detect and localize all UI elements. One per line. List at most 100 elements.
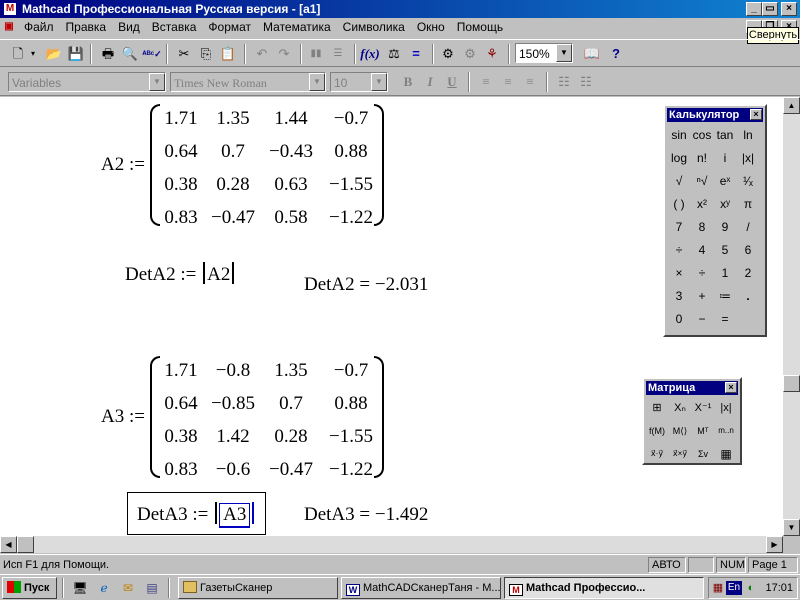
calc-key-multiply[interactable]: × — [668, 262, 690, 284]
menu-format[interactable]: Формат — [202, 20, 257, 35]
spellcheck-icon[interactable]: ᴬᴮᶜ✓ — [142, 44, 162, 64]
language-indicator[interactable]: En — [726, 581, 742, 595]
menu-help[interactable]: Помощь — [451, 20, 509, 35]
internet-explorer-icon[interactable]: ℯ — [96, 580, 112, 596]
calc-key-reciprocal[interactable]: ¹⁄ₓ — [737, 170, 759, 192]
insert-unit-icon[interactable]: ⚖ — [384, 44, 404, 64]
start-button[interactable]: Пуск — [2, 577, 57, 599]
calc-key-factorial[interactable]: n! — [691, 147, 713, 169]
clock[interactable]: 17:01 — [765, 582, 793, 594]
calc-key-3[interactable]: 3 — [668, 285, 690, 307]
horizontal-scrollbar[interactable]: ◀ ▶ — [0, 536, 783, 553]
calculate-equals-icon[interactable]: = — [406, 44, 426, 64]
matrix-palette-title[interactable]: Матрица × — [646, 381, 738, 395]
calc-key-7[interactable]: 7 — [668, 216, 690, 238]
cross-product-icon[interactable]: x⃗×y⃗ — [669, 443, 691, 465]
align-right-icon[interactable]: ≡ — [520, 72, 540, 92]
insert-object-icon[interactable]: ⚙ — [460, 44, 480, 64]
det-a2-definition[interactable]: DetA2 := A2 — [125, 262, 236, 286]
show-desktop-icon[interactable]: 🖥 — [72, 580, 88, 596]
vectorize-icon[interactable]: f(M) — [646, 420, 668, 442]
underline-button[interactable]: U — [442, 72, 462, 92]
task-gazety-skaner[interactable]: ГазетыСканер — [178, 577, 338, 599]
calc-key-ln[interactable]: ln — [737, 124, 759, 146]
save-disk-icon[interactable]: 💾 — [66, 44, 86, 64]
calc-key-imaginary[interactable]: i — [714, 147, 736, 169]
resource-center-book-icon[interactable]: 📖 — [582, 44, 602, 64]
calc-key-2[interactable]: 2 — [737, 262, 759, 284]
cut-scissors-icon[interactable]: ✂ — [174, 44, 194, 64]
align-down-icon[interactable]: ☰ — [328, 44, 348, 64]
scroll-up-arrow-icon[interactable]: ▲ — [783, 97, 800, 114]
matrix-subscript-icon[interactable]: Xₙ — [669, 397, 691, 419]
font-size-select[interactable]: 10 ▼ — [330, 72, 388, 92]
align-center-icon[interactable]: ≡ — [498, 72, 518, 92]
matrix-palette[interactable]: Матрица × ⊞ Xₙ X⁻¹ |x| f(M) M⟨⟩ Mᵀ m..n … — [642, 377, 742, 465]
paste-icon[interactable]: 📋 — [218, 44, 238, 64]
menu-symbolics[interactable]: Символика — [337, 20, 411, 35]
task-word-document[interactable]: W MathCADСканерТаня - M... — [341, 577, 501, 599]
calc-key-fraction[interactable]: ÷ — [668, 239, 690, 261]
matrix-inverse-icon[interactable]: X⁻¹ — [692, 397, 714, 419]
font-dropdown-arrow-icon[interactable]: ▼ — [309, 73, 325, 91]
calc-key-define[interactable]: ≔ — [714, 285, 736, 307]
scroll-right-arrow-icon[interactable]: ▶ — [766, 536, 783, 553]
close-icon[interactable]: × — [750, 109, 762, 120]
print-preview-icon[interactable]: 🔍 — [120, 44, 140, 64]
menu-edit[interactable]: Правка — [60, 20, 113, 35]
matrix-determinant-icon[interactable]: |x| — [715, 397, 737, 419]
calc-key-plus[interactable]: + — [691, 285, 713, 307]
channels-icon[interactable]: ▤ — [144, 580, 160, 596]
menu-window[interactable]: Окно — [411, 20, 451, 35]
redo-icon[interactable]: ↷ — [274, 44, 294, 64]
resources-icon[interactable]: ⚘ — [482, 44, 502, 64]
calc-key-cos[interactable]: cos — [691, 124, 713, 146]
matrix-column-icon[interactable]: M⟨⟩ — [669, 420, 691, 442]
calc-key-tan[interactable]: tan — [714, 124, 736, 146]
open-folder-icon[interactable]: 📂 — [44, 44, 64, 64]
calc-key-power[interactable]: xʸ — [714, 193, 736, 215]
vertical-scrollbar[interactable]: ▲ ▼ — [783, 97, 800, 536]
maximize-icon[interactable]: ▭ — [762, 2, 778, 16]
calculator-palette-title[interactable]: Калькулятор × — [667, 108, 763, 122]
det-a2-result[interactable]: DetA2 = −2.031 — [304, 274, 428, 296]
document-icon[interactable]: ▣ — [2, 20, 16, 34]
vector-sum-icon[interactable]: Σv — [692, 443, 714, 465]
dot-product-icon[interactable]: x⃗·y⃗ — [646, 443, 668, 465]
tray-app-icon[interactable]: ▦ — [711, 581, 725, 595]
calc-key-6[interactable]: 6 — [737, 239, 759, 261]
calc-key-4[interactable]: 4 — [691, 239, 713, 261]
menu-math[interactable]: Математика — [257, 20, 337, 35]
undo-icon[interactable]: ↶ — [252, 44, 272, 64]
det-a3-result[interactable]: DetA3 = −1.492 — [304, 504, 428, 526]
calc-key-sin[interactable]: sin — [668, 124, 690, 146]
insert-function-icon[interactable]: f(x) — [360, 44, 380, 64]
calc-key-equals[interactable]: = — [714, 308, 736, 330]
zoom-select[interactable]: 150% ▼ — [515, 43, 573, 63]
style-select[interactable]: Variables ▼ — [8, 72, 166, 92]
numbering-icon[interactable]: ☷ — [576, 72, 596, 92]
bullets-icon[interactable]: ☷ — [554, 72, 574, 92]
calc-key-parens[interactable]: ( ) — [668, 193, 690, 215]
zoom-dropdown-arrow-icon[interactable]: ▼ — [556, 44, 572, 62]
calc-key-sqrt[interactable]: √ — [668, 170, 690, 192]
calc-key-pi[interactable]: π — [737, 193, 759, 215]
calc-key-9[interactable]: 9 — [714, 216, 736, 238]
outlook-express-icon[interactable]: ✉ — [120, 580, 136, 596]
italic-button[interactable]: I — [420, 72, 440, 92]
calc-key-square[interactable]: x² — [691, 193, 713, 215]
calc-key-log[interactable]: log — [668, 147, 690, 169]
calc-key-8[interactable]: 8 — [691, 216, 713, 238]
help-question-icon[interactable]: ? — [606, 44, 626, 64]
menu-insert[interactable]: Вставка — [146, 20, 203, 35]
calc-key-0[interactable]: 0 — [668, 308, 690, 330]
matrix-insert-icon[interactable]: ⊞ — [646, 397, 668, 419]
vertical-scroll-thumb[interactable] — [783, 375, 800, 392]
style-dropdown-arrow-icon[interactable]: ▼ — [149, 73, 165, 91]
calc-key-divide[interactable]: / — [737, 216, 759, 238]
bold-button[interactable]: B — [398, 72, 418, 92]
det-a3-definition[interactable]: DetA3 := A3 — [137, 502, 256, 528]
scroll-left-arrow-icon[interactable]: ◀ — [0, 536, 17, 553]
minimize-icon[interactable]: _ — [746, 2, 762, 16]
size-dropdown-arrow-icon[interactable]: ▼ — [371, 73, 387, 91]
